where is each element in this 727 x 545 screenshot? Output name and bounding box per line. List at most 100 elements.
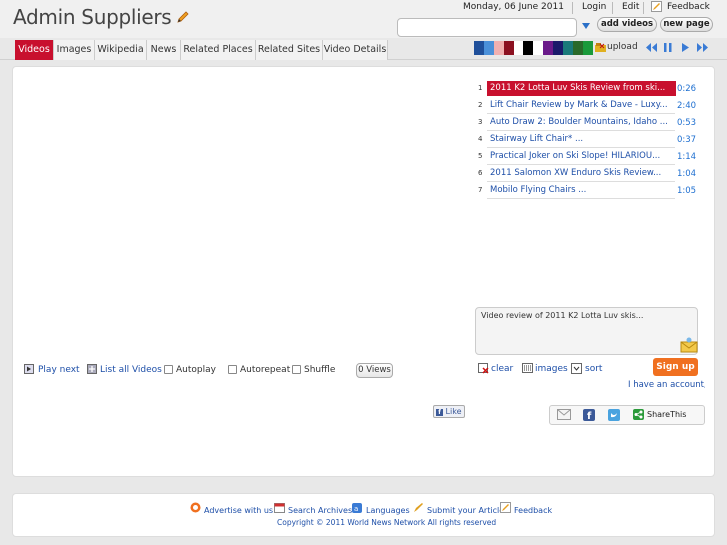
playlist-number: 6 [478,169,483,177]
color-swatch[interactable] [533,41,543,55]
fast-forward-icon[interactable] [697,43,708,52]
color-swatch[interactable] [504,41,514,55]
images-link[interactable]: images [535,364,568,374]
playlist-item-title[interactable]: Auto Draw 2: Boulder Mountains, Idaho ..… [490,117,668,127]
playlist-number: 7 [478,186,483,194]
languages-icon: a [352,503,362,513]
divider [643,2,644,14]
playlist-item-duration: 1:14 [677,152,697,162]
feedback-pencil-icon [651,1,662,12]
playlist-item-title[interactable]: Mobilo Flying Chairs ... [490,185,586,195]
playlist-item-duration: 0:26 [677,84,697,94]
svg-text:a: a [354,505,358,513]
pencil-icon[interactable] [176,10,190,24]
calendar-icon [274,503,285,513]
tab-wikipedia[interactable]: Wikipedia [95,40,147,60]
playlist-number: 2 [478,101,483,109]
color-swatch[interactable] [553,41,563,55]
upload-label[interactable]: upload [607,42,638,52]
submit-article-link[interactable]: Submit your Article [427,506,504,515]
tab-video-details[interactable]: Video Details [323,40,388,60]
color-swatch[interactable] [474,41,484,55]
playlist-number: 5 [478,152,483,160]
video-description: Video review of 2011 K2 Lotta Luv skis..… [481,311,644,320]
playlist-item-duration: 1:05 [677,186,697,196]
list-icon[interactable] [87,364,97,374]
add-videos-button[interactable]: add videos [597,17,657,32]
envelope-icon[interactable] [680,337,698,353]
facebook-like-button[interactable]: f Like [433,405,465,418]
footer [12,493,715,537]
color-swatch[interactable] [573,41,583,55]
facebook-share-icon[interactable]: f [583,409,595,421]
playlist-item-title[interactable]: Stairway Lift Chair* ... [490,134,583,144]
sort-link[interactable]: sort [585,364,602,374]
search-input[interactable] [397,18,577,37]
site-title[interactable]: Admin Suppliers [13,5,172,29]
playlist-item-duration: 2:40 [677,101,697,111]
shuffle-checkbox[interactable] [292,365,301,374]
upload-icon[interactable] [595,42,606,53]
sort-icon[interactable] [571,363,582,374]
tab-related-sites[interactable]: Related Sites [256,40,323,60]
color-swatch[interactable] [543,41,553,55]
advertise-link[interactable]: Advertise with us! [204,506,276,515]
facebook-icon: f [436,409,443,416]
playlist-item-title[interactable]: 2011 Salomon XW Enduro Skis Review... [490,168,661,178]
email-share-icon[interactable] [557,409,571,420]
color-swatch[interactable] [494,41,504,55]
playlist-divider [487,147,675,148]
playlist-divider [487,113,675,114]
autorepeat-checkbox[interactable] [228,365,237,374]
copyright: Copyright © 2011 World News Network All … [277,518,497,527]
autoplay-checkbox[interactable] [164,365,173,374]
play-next-link[interactable]: Play next [38,365,80,375]
search-archives-link[interactable]: Search Archives [288,506,352,515]
tab-related-places[interactable]: Related Places [181,40,256,60]
playlist-item-title[interactable]: Lift Chair Review by Mark & Dave - Luxy.… [490,100,668,110]
twitter-share-icon[interactable] [608,409,620,421]
playlist-divider [487,164,675,165]
divider [612,2,613,14]
tab-news[interactable]: News [147,40,181,60]
sharethis-icon[interactable] [633,409,644,420]
playlist-item-title[interactable]: Practical Joker on Ski Slope! HILARIOU..… [490,151,660,161]
color-swatch[interactable] [563,41,573,55]
new-page-button[interactable]: new page [660,17,713,32]
chevron-down-icon[interactable] [581,22,591,30]
clear-icon[interactable] [478,363,489,374]
color-swatch[interactable] [484,41,494,55]
have-account-login-link[interactable]: I have an account, logi [628,380,705,390]
list-all-videos-link[interactable]: List all Videos [100,365,162,375]
current-date: Monday, 06 June 2011 [463,2,564,12]
svg-text:f: f [587,411,592,421]
sign-up-button[interactable]: Sign up [653,358,698,376]
like-label: Like [445,407,462,416]
playlist-number: 1 [478,84,483,92]
footer-feedback-link[interactable]: Feedback [514,506,552,515]
feedback-link[interactable]: Feedback [667,2,710,12]
rewind-icon[interactable] [646,43,657,52]
images-grid-icon[interactable] [522,363,533,373]
edit-link[interactable]: Edit [622,2,639,12]
sharethis-label[interactable]: ShareThis [647,410,686,419]
tab-videos[interactable]: Videos [15,40,54,60]
clear-link[interactable]: clear [491,364,513,374]
playlist-item-duration: 0:53 [677,118,697,128]
playlist-divider [487,130,675,131]
shuffle-label: Shuffle [304,365,336,375]
playlist-item-title[interactable]: 2011 K2 Lotta Luv Skis Review from ski..… [490,83,665,93]
playlist-divider [487,198,675,199]
login-link[interactable]: Login [582,2,606,12]
play-next-icon[interactable] [24,364,34,374]
autoplay-label: Autoplay [176,365,216,375]
tab-images[interactable]: Images [54,40,95,60]
play-icon[interactable] [682,43,689,52]
advertise-icon [190,502,201,513]
color-swatch[interactable] [583,41,593,55]
playlist-divider [487,181,675,182]
color-swatch[interactable] [523,41,533,55]
views-counter: 0 Views [356,363,393,378]
pause-icon[interactable] [664,43,672,52]
languages-link[interactable]: Languages [366,506,410,515]
